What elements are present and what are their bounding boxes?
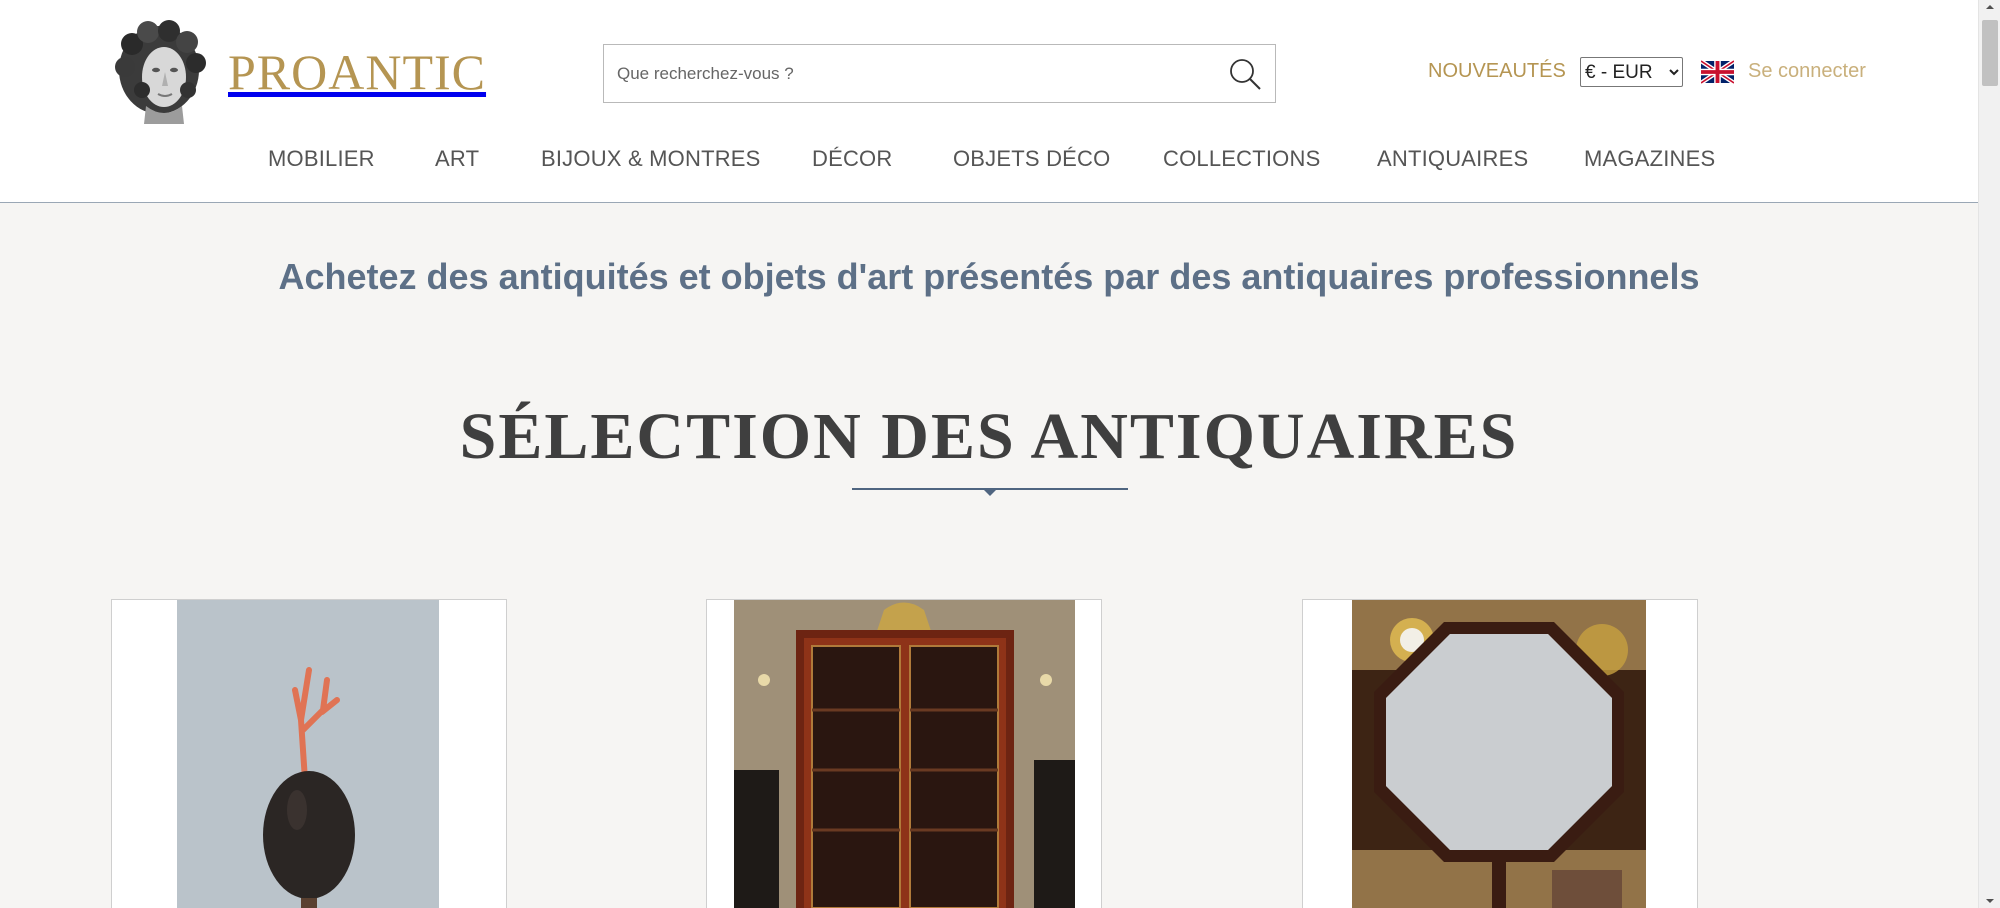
product-card[interactable]	[111, 599, 507, 908]
nav-item-objets-deco[interactable]: OBJETS DÉCO	[953, 146, 1110, 172]
nav-item-decor[interactable]: DÉCOR	[812, 146, 892, 172]
search-icon	[1230, 58, 1261, 90]
product-image[interactable]	[177, 600, 439, 908]
currency-select[interactable]: € - EUR	[1580, 57, 1683, 87]
product-image[interactable]	[1352, 600, 1646, 908]
uk-flag-icon[interactable]	[1701, 60, 1734, 84]
scroll-up-icon[interactable]	[1979, 0, 2000, 14]
title-divider	[852, 488, 1128, 496]
site-logo[interactable]: PROANTIC	[112, 20, 486, 124]
page-tagline: Achetez des antiquités et objets d'art p…	[278, 256, 1700, 297]
search-bar	[603, 44, 1276, 103]
logo-text: PROANTIC	[228, 44, 487, 100]
logo-bust-icon	[115, 20, 206, 124]
site-header: PROANTIC NOUVEAUTÉS € - EUR Se connecter…	[0, 0, 1978, 203]
product-card[interactable]	[706, 599, 1102, 908]
search-input[interactable]	[604, 45, 1215, 102]
search-button[interactable]	[1215, 45, 1275, 102]
product-image[interactable]	[734, 600, 1075, 908]
nav-item-mobilier[interactable]: MOBILIER	[268, 146, 375, 172]
scrollbar-thumb[interactable]	[1982, 20, 1998, 86]
section-title: SÉLECTION DES ANTIQUAIRES	[459, 400, 1519, 473]
nouveautes-link[interactable]: NOUVEAUTÉS	[1428, 60, 1566, 83]
nav-item-collections[interactable]: COLLECTIONS	[1163, 146, 1320, 172]
login-link[interactable]: Se connecter	[1748, 60, 1866, 83]
main-nav: MOBILIER ART BIJOUX & MONTRES DÉCOR OBJE…	[0, 146, 1978, 182]
nav-item-art[interactable]: ART	[435, 146, 479, 172]
nav-item-bijoux-montres[interactable]: BIJOUX & MONTRES	[541, 146, 761, 172]
nav-item-antiquaires[interactable]: ANTIQUAIRES	[1377, 146, 1528, 172]
product-card[interactable]	[1302, 599, 1698, 908]
nav-item-magazines[interactable]: MAGAZINES	[1584, 146, 1715, 172]
page-scrollbar[interactable]	[1978, 0, 2000, 908]
scroll-down-icon[interactable]	[1979, 894, 2000, 908]
